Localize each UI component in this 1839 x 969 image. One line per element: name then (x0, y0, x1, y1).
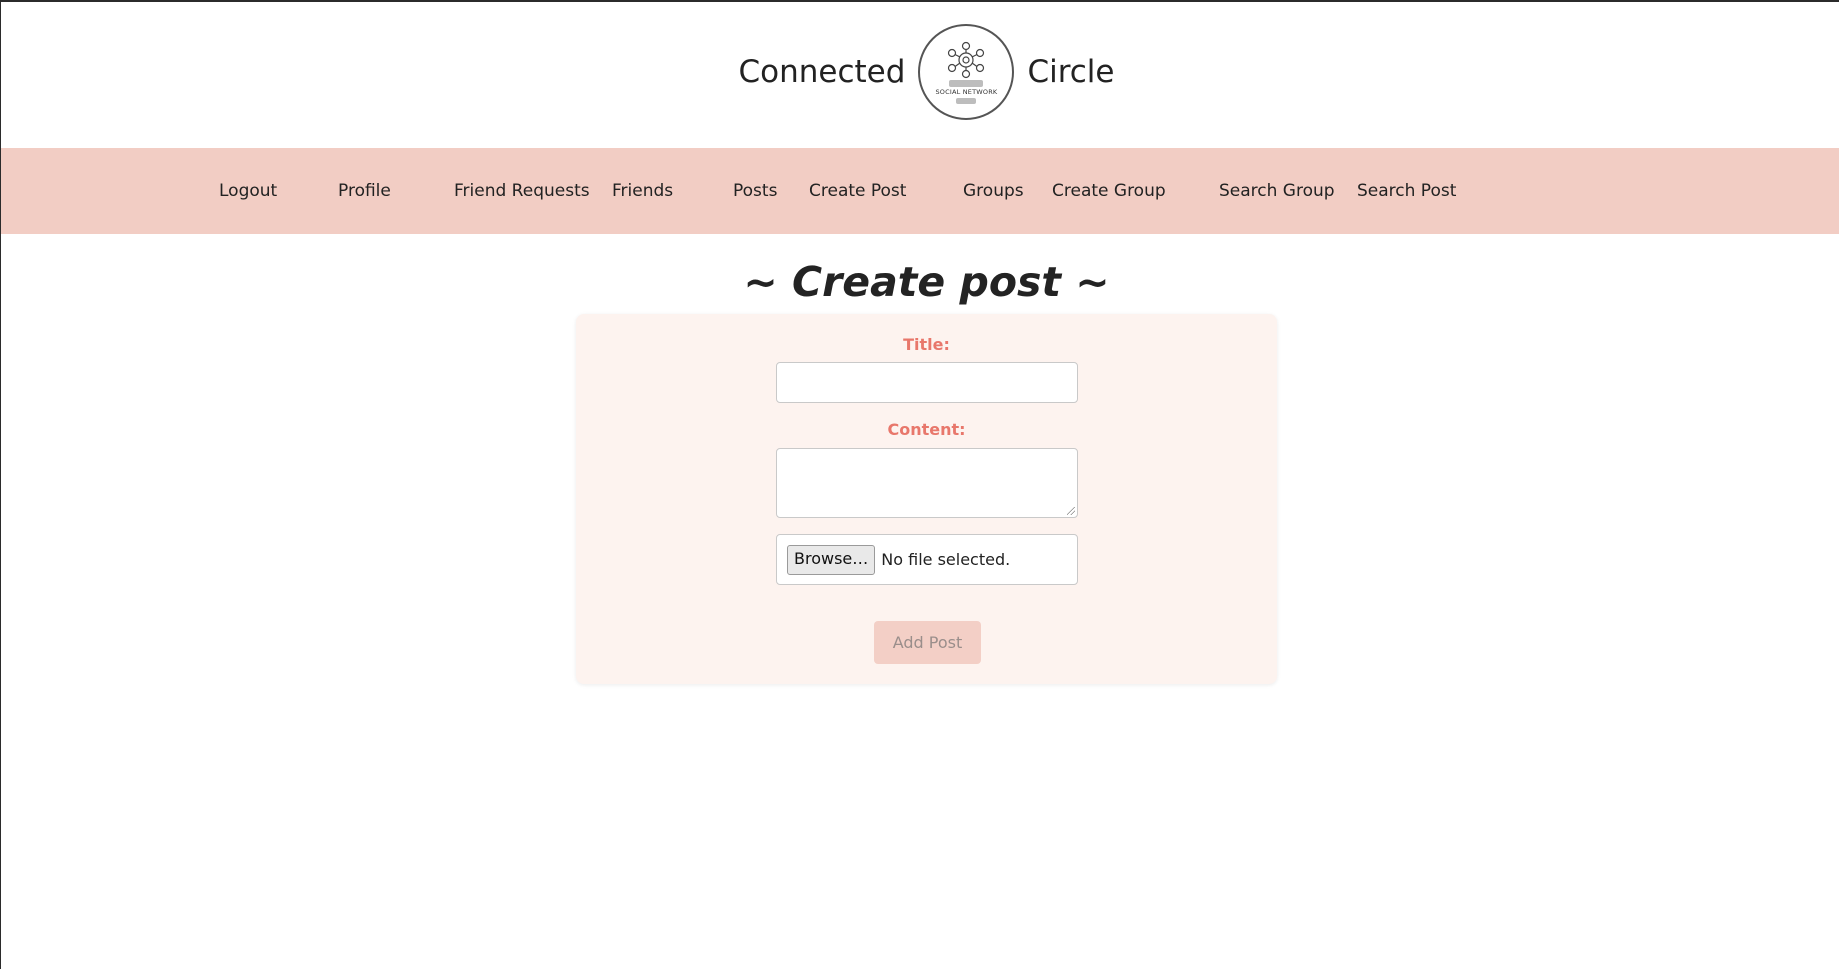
title-label: Title: (903, 335, 950, 354)
file-input[interactable]: Browse… No file selected. (776, 534, 1078, 585)
nav-friends[interactable]: Friends (612, 148, 673, 234)
main-navbar: Logout Profile Friend Requests Friends P… (1, 148, 1839, 234)
logo-ribbon (949, 79, 984, 87)
page-title: ~ Create post ~ (743, 258, 1110, 306)
nav-create-group[interactable]: Create Group (1052, 148, 1166, 234)
logo[interactable]: SOCIAL NETWORK (918, 24, 1015, 120)
file-status-text: No file selected. (881, 550, 1011, 569)
content-textarea[interactable] (776, 448, 1078, 518)
nav-profile[interactable]: Profile (338, 148, 391, 234)
nav-search-group[interactable]: Search Group (1219, 148, 1335, 234)
network-icon (948, 41, 985, 78)
logo-caption: SOCIAL NETWORK (935, 87, 998, 96)
site-header: Connected SOCIAL NETWORK Circle (1, 24, 1839, 120)
add-post-button[interactable]: Add Post (874, 621, 981, 664)
browse-button[interactable]: Browse… (787, 544, 876, 575)
nav-logout[interactable]: Logout (219, 148, 277, 234)
nav-groups[interactable]: Groups (963, 148, 1024, 234)
brand-name-left: Connected (738, 54, 906, 90)
create-post-form: Title: Content: Browse… No file selected… (576, 314, 1277, 684)
content-label: Content: (887, 420, 966, 439)
brand-name-right: Circle (1027, 54, 1115, 90)
nav-search-post[interactable]: Search Post (1357, 148, 1456, 234)
nav-create-post[interactable]: Create Post (809, 148, 906, 234)
nav-posts[interactable]: Posts (733, 148, 777, 234)
logo-badge (956, 97, 977, 104)
nav-friend-requests[interactable]: Friend Requests (454, 148, 590, 234)
resize-handle-icon[interactable] (1067, 507, 1075, 515)
title-input[interactable] (776, 362, 1078, 403)
